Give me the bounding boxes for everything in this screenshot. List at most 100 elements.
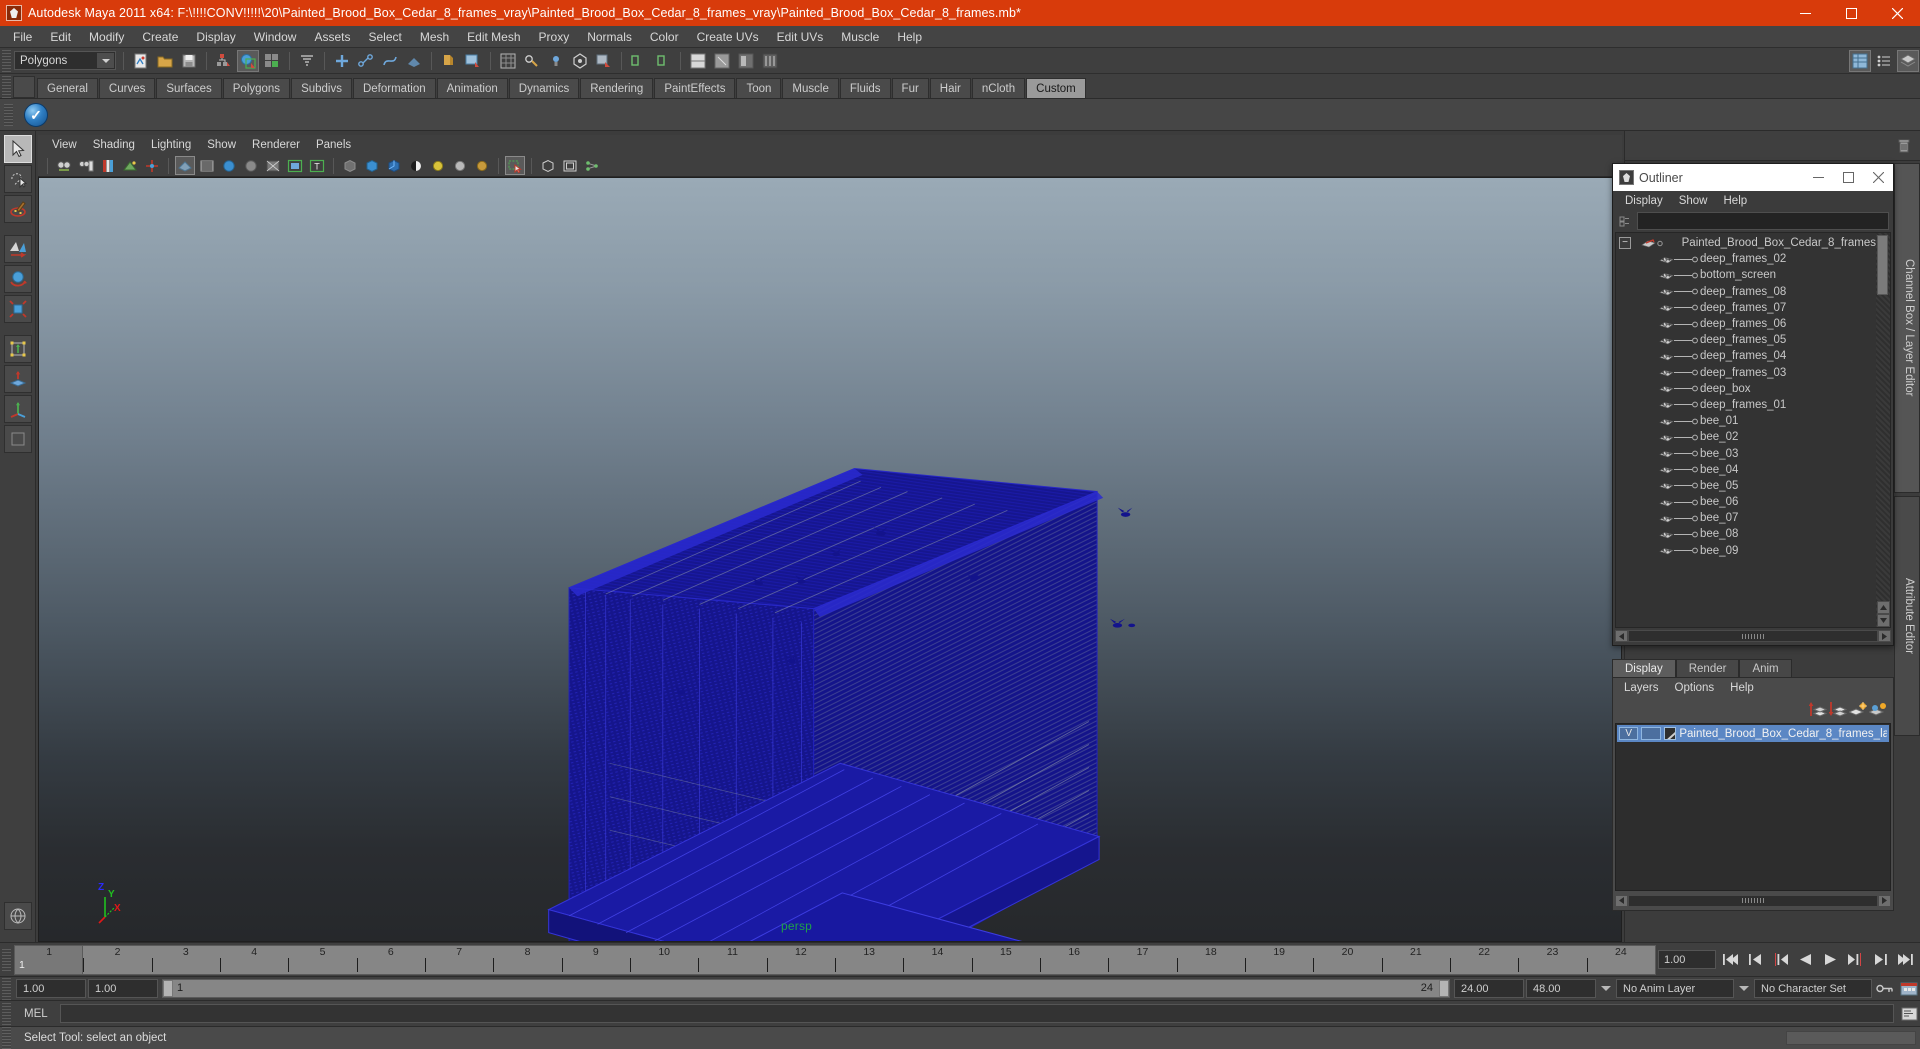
shelf-tab-curves[interactable]: Curves xyxy=(98,78,156,98)
layer-menu-help[interactable]: Help xyxy=(1722,678,1762,698)
chevron-down-icon-2[interactable] xyxy=(1736,979,1752,998)
outliner-window[interactable]: Outliner Display Show Help − Painted_Bro… xyxy=(1612,163,1894,646)
anim-start-time-field[interactable]: 1.00 xyxy=(16,979,86,998)
snap-to-curve-icon[interactable] xyxy=(355,50,377,72)
outliner-item-deep_frames_07[interactable]: deep_frames_07 xyxy=(1616,300,1876,316)
outliner-item-deep_frames_04[interactable]: deep_frames_04 xyxy=(1616,348,1876,364)
layer-menu-layers[interactable]: Layers xyxy=(1616,678,1667,698)
texture-display-icon[interactable] xyxy=(285,156,305,175)
scroll-left-arrow[interactable] xyxy=(1615,630,1628,642)
shelf-tab-general[interactable]: General xyxy=(37,78,98,98)
panel-menu-renderer[interactable]: Renderer xyxy=(244,135,308,155)
outliner-menu-help[interactable]: Help xyxy=(1716,191,1756,211)
tool-settings-toggle-icon[interactable] xyxy=(735,50,757,72)
all-lights-icon[interactable] xyxy=(384,156,404,175)
attribute-list-icon[interactable] xyxy=(1873,50,1895,72)
play-backwards-icon[interactable] xyxy=(1794,950,1816,970)
scroll-right-arrow[interactable] xyxy=(1878,630,1891,642)
shelf-tab-muscle[interactable]: Muscle xyxy=(782,78,839,98)
rotate-tool[interactable] xyxy=(3,265,32,293)
layer-playback-toggle[interactable] xyxy=(1641,727,1661,740)
menu-display[interactable]: Display xyxy=(187,26,244,48)
menu-file[interactable]: File xyxy=(4,26,41,48)
quick-layout-icon[interactable] xyxy=(3,902,32,930)
outliner-search-input[interactable] xyxy=(1637,212,1889,230)
outliner-item-bee_01[interactable]: bee_01 xyxy=(1616,413,1876,429)
outliner-item-list[interactable]: − Painted_Brood_Box_Cedar_8_frames deep_… xyxy=(1616,233,1876,627)
menu-help[interactable]: Help xyxy=(888,26,931,48)
bookmarks-icon[interactable] xyxy=(98,156,118,175)
expand-collapse-icon[interactable]: − xyxy=(1619,237,1631,250)
select-tool[interactable] xyxy=(3,135,32,163)
last-tool-used[interactable] xyxy=(3,425,32,453)
render-settings-icon[interactable] xyxy=(497,50,519,72)
outliner-horizontal-scrollbar[interactable] xyxy=(1615,629,1891,643)
layer-menu-options[interactable]: Options xyxy=(1667,678,1723,698)
tab-attribute-editor[interactable]: Attribute Editor xyxy=(1894,496,1920,736)
outliner-item-bee_04[interactable]: bee_04 xyxy=(1616,462,1876,478)
outliner-item-deep_frames_05[interactable]: deep_frames_05 xyxy=(1616,332,1876,348)
scroll-right-arrow[interactable] xyxy=(1878,894,1891,907)
outliner-item-bee_05[interactable]: bee_05 xyxy=(1616,478,1876,494)
snap-to-plane-icon[interactable] xyxy=(403,50,425,72)
outliner-item-deep_box[interactable]: deep_box xyxy=(1616,381,1876,397)
lasso-tool[interactable] xyxy=(3,165,32,193)
menu-normals[interactable]: Normals xyxy=(578,26,641,48)
smooth-shade-icon[interactable] xyxy=(219,156,239,175)
chevron-down-icon[interactable] xyxy=(1598,979,1614,998)
menu-muscle[interactable]: Muscle xyxy=(832,26,888,48)
new-layer-from-selected-icon[interactable] xyxy=(1867,701,1886,717)
menu-select[interactable]: Select xyxy=(359,26,410,48)
move-layer-down-icon[interactable] xyxy=(1828,701,1848,717)
anim-end-time-field[interactable]: 48.00 xyxy=(1526,979,1596,998)
snap-to-grid-icon[interactable] xyxy=(331,50,353,72)
menu-create[interactable]: Create xyxy=(133,26,187,48)
shelf-tab-fluids[interactable]: Fluids xyxy=(839,78,891,98)
sidebar-toggle-icon[interactable] xyxy=(687,50,709,72)
xray-display-icon[interactable] xyxy=(340,156,360,175)
go-to-start-icon[interactable] xyxy=(1719,950,1741,970)
tab-channel-box-layer-editor[interactable]: Channel Box / Layer Editor xyxy=(1894,163,1920,493)
toolbar-grip[interactable] xyxy=(2,49,11,72)
move-tool[interactable] xyxy=(3,235,32,263)
outliner-item-bee_07[interactable]: bee_07 xyxy=(1616,510,1876,526)
new-scene-icon[interactable] xyxy=(130,50,152,72)
shelf-tab-hair[interactable]: Hair xyxy=(929,78,971,98)
menu-assets[interactable]: Assets xyxy=(305,26,359,48)
outliner-close-button[interactable] xyxy=(1863,164,1893,191)
shelf-item-checkmark[interactable] xyxy=(21,101,51,129)
snap-icon[interactable] xyxy=(296,50,318,72)
menu-create-uvs[interactable]: Create UVs xyxy=(688,26,768,48)
panel-menu-show[interactable]: Show xyxy=(199,135,244,155)
outliner-item-deep_frames_03[interactable]: deep_frames_03 xyxy=(1616,365,1876,381)
step-back-keyframe-icon[interactable] xyxy=(1744,950,1766,970)
snap-to-point-icon[interactable] xyxy=(379,50,401,72)
select-by-object-type-icon[interactable] xyxy=(237,49,259,72)
light-grey-icon[interactable] xyxy=(450,156,470,175)
outliner-item-deep_frames_08[interactable]: deep_frames_08 xyxy=(1616,284,1876,300)
new-layer-icon[interactable] xyxy=(1847,701,1867,717)
range-slider-grip[interactable] xyxy=(2,977,11,1000)
light-icon[interactable] xyxy=(545,50,567,72)
outliner-maximize-button[interactable] xyxy=(1833,164,1863,191)
shelf-tab-ncloth[interactable]: nCloth xyxy=(971,78,1026,98)
go-to-end-icon[interactable] xyxy=(1894,950,1916,970)
wireframe-on-shaded-icon[interactable] xyxy=(263,156,283,175)
anim-layer-selector[interactable]: No Anim Layer xyxy=(1616,979,1734,998)
layer-visibility-toggle[interactable]: V xyxy=(1619,727,1639,740)
playback-start-time-field[interactable]: 1.00 xyxy=(88,979,158,998)
outliner-item-bee_09[interactable]: bee_09 xyxy=(1616,543,1876,559)
shelf-tab-rendering[interactable]: Rendering xyxy=(580,78,654,98)
script-editor-icon[interactable] xyxy=(1898,1004,1920,1024)
attribute-editor-toggle-icon[interactable] xyxy=(711,50,733,72)
menu-edit[interactable]: Edit xyxy=(41,26,80,48)
menu-set-selector[interactable]: Polygons xyxy=(14,51,116,70)
panel-menu-view[interactable]: View xyxy=(44,135,85,155)
auto-keyframe-icon[interactable] xyxy=(1874,979,1896,999)
outliner-root-row[interactable]: − Painted_Brood_Box_Cedar_8_frames xyxy=(1616,235,1876,251)
outliner-item-bottom_screen[interactable]: bottom_screen xyxy=(1616,267,1876,283)
shelf-tab-toon[interactable]: Toon xyxy=(736,78,782,98)
channel-box-panel-icon[interactable] xyxy=(1849,49,1871,72)
shelf-tab-subdivs[interactable]: Subdivs xyxy=(291,78,352,98)
menu-mesh[interactable]: Mesh xyxy=(411,26,458,48)
